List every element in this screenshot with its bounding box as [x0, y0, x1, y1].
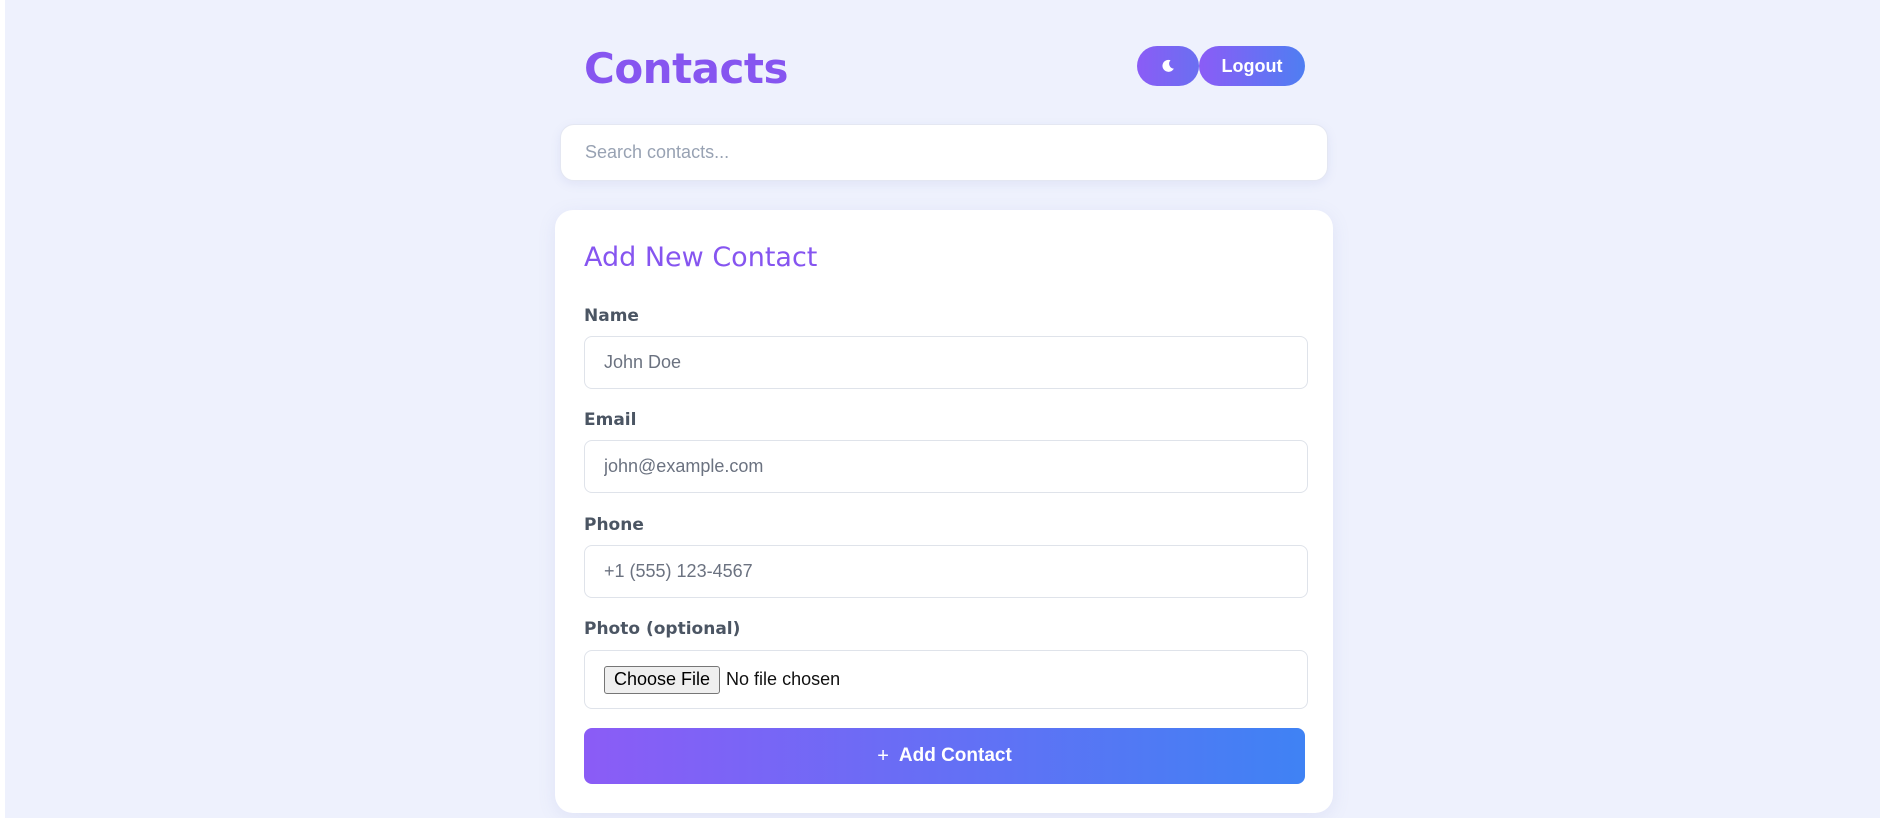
photo-file-input: Choose File No file chosen	[584, 650, 1308, 709]
add-contact-button-label: Add Contact	[898, 745, 1012, 766]
plus-icon: +	[877, 745, 889, 767]
add-contact-button[interactable]: + Add Contact	[584, 728, 1305, 784]
left-edge-strip	[0, 0, 5, 818]
theme-toggle-button[interactable]	[1137, 46, 1199, 86]
choose-file-button[interactable]: Choose File	[604, 665, 721, 694]
logout-button[interactable]: Logout	[1199, 46, 1305, 86]
add-contact-title: Add New Contact	[584, 242, 818, 273]
name-label: Name	[584, 306, 639, 326]
app-container: Contacts Logout Add New Contact Name Ema…	[555, 0, 1333, 818]
header: Contacts Logout	[555, 32, 1333, 102]
search-input[interactable]	[560, 124, 1328, 181]
phone-field[interactable]	[584, 545, 1308, 598]
phone-label: Phone	[584, 515, 644, 535]
email-field[interactable]	[584, 440, 1308, 493]
file-status-text: No file chosen	[726, 669, 841, 689]
email-label: Email	[584, 410, 637, 430]
photo-label: Photo (optional)	[584, 619, 741, 639]
moon-icon	[1162, 59, 1174, 72]
add-contact-card: Add New Contact Name Email Phone Photo (…	[555, 210, 1333, 813]
name-field[interactable]	[584, 336, 1308, 389]
page-title: Contacts	[584, 44, 788, 93]
